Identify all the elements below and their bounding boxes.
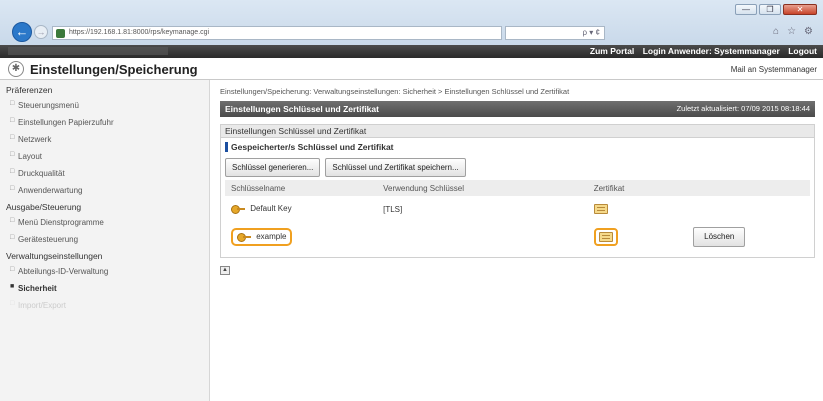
content-layout: Präferenzen Steuerungsmenü Einstellungen…: [0, 80, 823, 401]
maximize-button[interactable]: ❐: [759, 4, 781, 15]
column-header-key-name: Schlüsselname: [225, 180, 378, 196]
delete-button[interactable]: Löschen: [693, 226, 746, 247]
page-header: ✱ Einstellungen/Speicherung Mail an Syst…: [0, 58, 823, 80]
certificate-cell: [588, 222, 687, 251]
sidebar-item-utility-menu[interactable]: Menü Dienstprogramme: [0, 214, 209, 231]
portal-bar: Zum Portal Login Anwender: Systemmanager…: [0, 45, 823, 58]
address-bar[interactable]: https://192.168.1.81:8000/rps/keymanage.…: [52, 26, 502, 40]
mail-admin-link[interactable]: Mail an Systemmanager: [731, 65, 817, 74]
sidebar-item-paper-source[interactable]: Einstellungen Papierzufuhr: [0, 114, 209, 131]
certificate-cell: [588, 196, 687, 222]
section-header-title: Einstellungen Schlüssel und Zertifikat: [225, 104, 379, 114]
sidebar-item-import-export[interactable]: Import/Export: [0, 297, 209, 314]
certificate-button[interactable]: [593, 204, 608, 214]
main-content: Einstellungen/Speicherung: Verwaltungsei…: [210, 80, 823, 401]
favorites-star-icon[interactable]: ☆: [787, 26, 796, 37]
key-icon: [237, 232, 251, 242]
generate-key-button[interactable]: Schlüssel generieren...: [225, 158, 321, 177]
sidebar-item-user-maintenance[interactable]: Anwenderwartung: [0, 182, 209, 199]
sidebar-heading-preferences: Präferenzen: [6, 85, 53, 95]
certificate-icon: [593, 204, 608, 214]
key-icon: [231, 204, 245, 214]
stored-keys-section: Gespeicherter/s Schlüssel und Zertifikat…: [220, 138, 815, 258]
key-name-link[interactable]: example: [256, 232, 286, 241]
key-name-highlight: example: [231, 227, 293, 246]
device-name-blur: [8, 47, 168, 55]
url-text: https://192.168.1.81:8000/rps/keymanage.…: [69, 29, 210, 36]
table-row: Default Key [TLS]: [225, 196, 810, 222]
subheader: Einstellungen Schlüssel und Zertifikat: [220, 124, 815, 138]
column-header-certificate: Zertifikat: [587, 180, 688, 196]
sidebar: Präferenzen Steuerungsmenü Einstellungen…: [0, 80, 210, 401]
section-header-bar: Einstellungen Schlüssel und Zertifikat Z…: [220, 101, 815, 117]
key-usage-cell: [TLS]: [383, 204, 403, 214]
actions-cell: [687, 196, 810, 222]
certificate-button[interactable]: [593, 227, 618, 246]
sidebar-item-layout[interactable]: Layout: [0, 148, 209, 165]
column-header-actions: [687, 180, 810, 196]
browser-titlebar: — ❐ ✕ ← → https://192.168.1.81:8000/rps/…: [0, 0, 823, 45]
settings-gear-icon: ✱: [8, 61, 24, 77]
browser-tool-icons: ⌂ ☆ ⚙: [773, 26, 813, 37]
actions-cell: Löschen: [687, 222, 810, 251]
sidebar-item-network[interactable]: Netzwerk: [0, 131, 209, 148]
sidebar-item-control-menu[interactable]: Steuerungsmenü: [0, 97, 209, 114]
key-name-link[interactable]: Default Key: [250, 204, 291, 213]
section-title: Gespeicherter/s Schlüssel und Zertifikat: [225, 142, 810, 152]
portal-links: Zum Portal Login Anwender: Systemmanager…: [584, 46, 817, 56]
table-header-row: Schlüsselname Verwendung Schlüssel Zerti…: [225, 180, 810, 196]
save-key-certificate-button[interactable]: Schlüssel und Zertifikat speichern...: [325, 158, 466, 177]
portal-link[interactable]: Zum Portal: [590, 46, 634, 56]
sidebar-item-department-id[interactable]: Abteilungs-ID-Verwaltung: [0, 263, 209, 280]
action-buttons: Schlüssel generieren... Schlüssel und Ze…: [225, 158, 810, 177]
forward-arrow-icon[interactable]: →: [34, 25, 48, 39]
logout-link[interactable]: Logout: [788, 46, 817, 56]
table-row: example Löschen: [225, 222, 810, 251]
search-controls[interactable]: ρ ▾ ¢: [505, 26, 605, 40]
sidebar-item-print-quality[interactable]: Druckqualität: [0, 165, 209, 182]
key-name-cell: Default Key: [225, 196, 377, 222]
sidebar-heading-management: Verwaltungseinstellungen: [6, 251, 103, 261]
sidebar-heading-output: Ausgabe/Steuerung: [6, 202, 82, 212]
page-title: Einstellungen/Speicherung: [30, 62, 198, 77]
key-usage-cell: [377, 222, 588, 251]
keys-table: Schlüsselname Verwendung Schlüssel Zerti…: [225, 180, 810, 251]
back-to-top-icon[interactable]: ▲: [220, 266, 230, 275]
close-button[interactable]: ✕: [783, 4, 817, 15]
last-updated-text: Zuletzt aktualisiert: 07/09 2015 08:18:4…: [676, 104, 810, 113]
settings-gear-icon[interactable]: ⚙: [804, 26, 813, 37]
sidebar-item-device-control[interactable]: Gerätesteuerung: [0, 231, 209, 248]
back-arrow-icon[interactable]: ←: [12, 22, 32, 42]
site-favicon-icon: [56, 29, 65, 38]
sidebar-item-security[interactable]: Sicherheit: [0, 280, 209, 297]
column-header-key-usage: Verwendung Schlüssel: [377, 180, 588, 196]
certificate-icon: [598, 231, 613, 242]
home-icon[interactable]: ⌂: [773, 26, 779, 37]
login-user-text: Login Anwender: Systemmanager: [642, 46, 780, 56]
window-controls: — ❐ ✕: [735, 4, 817, 15]
minimize-button[interactable]: —: [735, 4, 757, 15]
breadcrumb: Einstellungen/Speicherung: Verwaltungsei…: [220, 87, 570, 96]
key-name-cell: example: [225, 222, 377, 251]
